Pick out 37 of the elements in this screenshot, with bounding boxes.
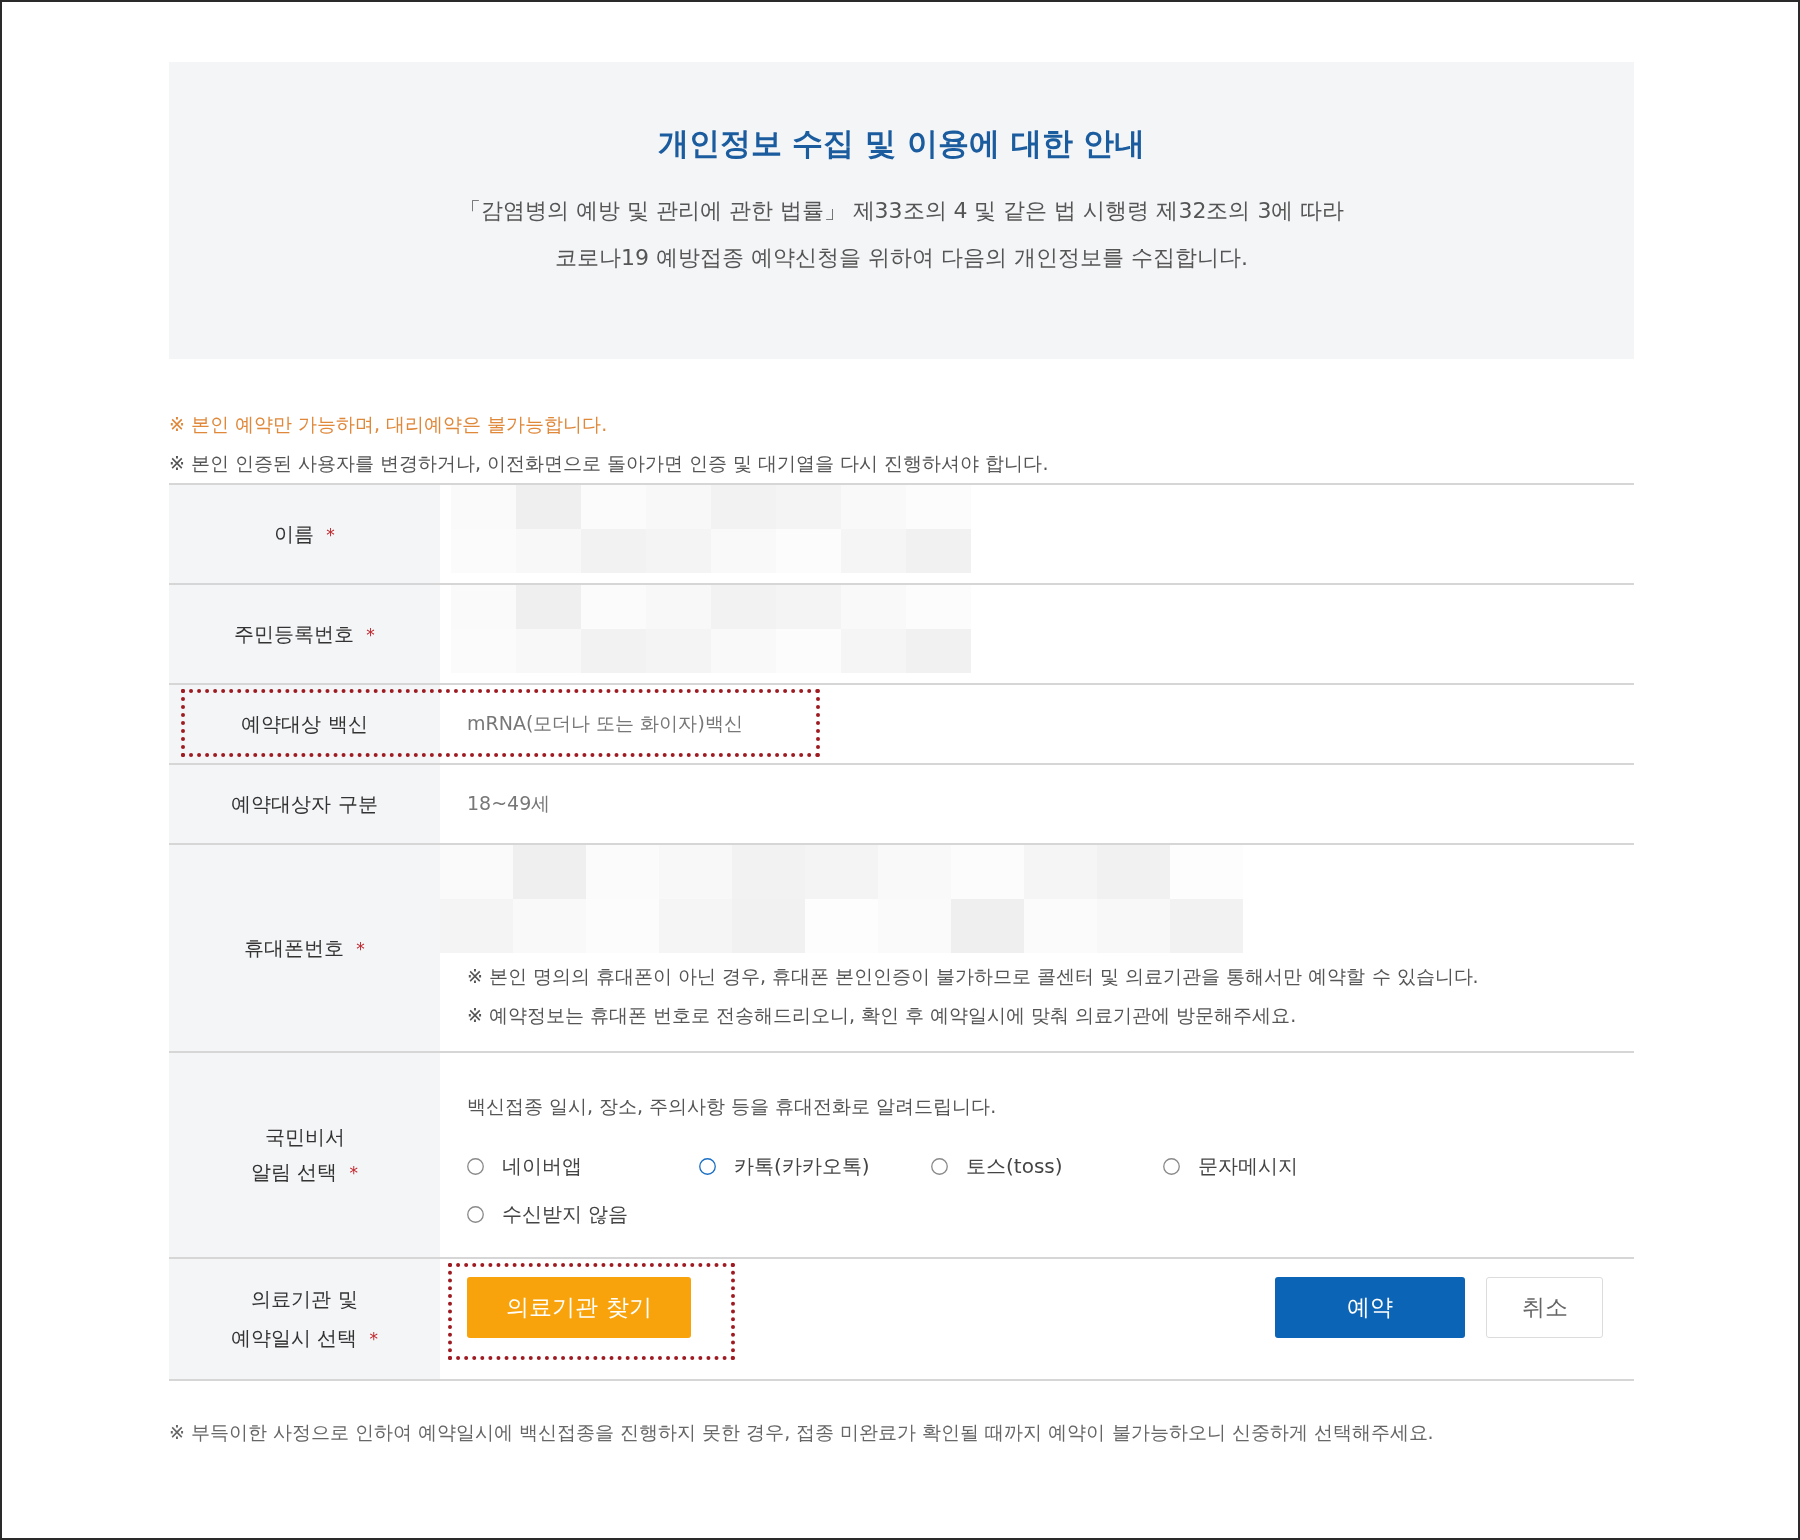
radio-icon[interactable] [699,1157,716,1175]
required-mark: * [369,1329,378,1349]
radio-option[interactable]: 토스(toss) [931,1142,1063,1190]
field-label: 의료기관 및 [251,1286,358,1313]
radio-option[interactable]: 카톡(카카오톡) [699,1142,870,1190]
warning-note: ※ 본인 인증된 사용자를 변경하거나, 이전화면으로 돌아가면 인증 및 대기열을 다시 진행하셔야 합니다. [169,451,1049,476]
field-label: 주민등록번호 [234,620,355,648]
notice-title: 개인정보 수집 및 이용에 대한 안내 [657,124,1146,162]
field-label: 예약대상자 구분 [231,790,378,818]
field-label: 예약일시 선택 [231,1325,358,1352]
radio-option[interactable]: 수신받지 않음 [467,1190,629,1238]
required-mark: * [356,938,365,959]
field-label: 알림 선택 [251,1159,338,1186]
radio-icon[interactable] [467,1157,484,1175]
notice-text: 코로나19 예방접종 예약신청을 위하여 다음의 개인정보를 수집합니다. [555,244,1248,272]
phone-note: ※ 예약정보는 휴대폰 번호로 전송해드리오니, 확인 후 예약일시에 맞춰 의료기관에 방문해주세요. [467,1003,1297,1028]
required-mark: * [349,1163,358,1183]
radio-icon[interactable] [931,1157,948,1175]
cancel-button[interactable]: 취소 [1486,1277,1603,1338]
footer-note: ※ 부득이한 사정으로 인하여 예약일시에 백신접종을 진행하지 못한 경우, 접종 미완료가 확인될 때까지 예약이 불가능하오니 신중하게 선택해주세요. [169,1420,1435,1445]
field-label: 이름 [274,520,315,548]
warning-note: ※ 본인 예약만 가능하며, 대리예약은 불가능합니다. [169,412,608,437]
field-label: 휴대폰번호 [244,934,345,962]
notice-text: 「감염병의 예방 및 관리에 관한 법률」 제33조의 4 및 같은 법 시행령 제32조의 3에 따라 [458,197,1345,225]
radio-icon[interactable] [467,1205,484,1223]
field-value: mRNA(모더나 또는 화이자)백신 [467,711,743,736]
phone-note: ※ 본인 명의의 휴대폰이 아닌 경우, 휴대폰 본인인증이 불가하므로 콜센터 및 의료기관을 통해서만 예약할 수 있습니다. [467,964,1479,989]
radio-option[interactable]: 네이버앱 [467,1142,582,1190]
radio-icon[interactable] [1163,1157,1180,1175]
field-label: 국민비서 [264,1124,345,1151]
required-mark: * [326,524,335,545]
field-label: 예약대상 백신 [241,710,368,738]
required-mark: * [366,624,375,645]
reserve-button[interactable]: 예약 [1275,1277,1465,1338]
alert-description: 백신접종 일시, 장소, 주의사항 등을 휴대전화로 알려드립니다. [467,1094,997,1119]
field-value: 18~49세 [467,791,551,816]
radio-option[interactable]: 문자메시지 [1163,1142,1298,1190]
